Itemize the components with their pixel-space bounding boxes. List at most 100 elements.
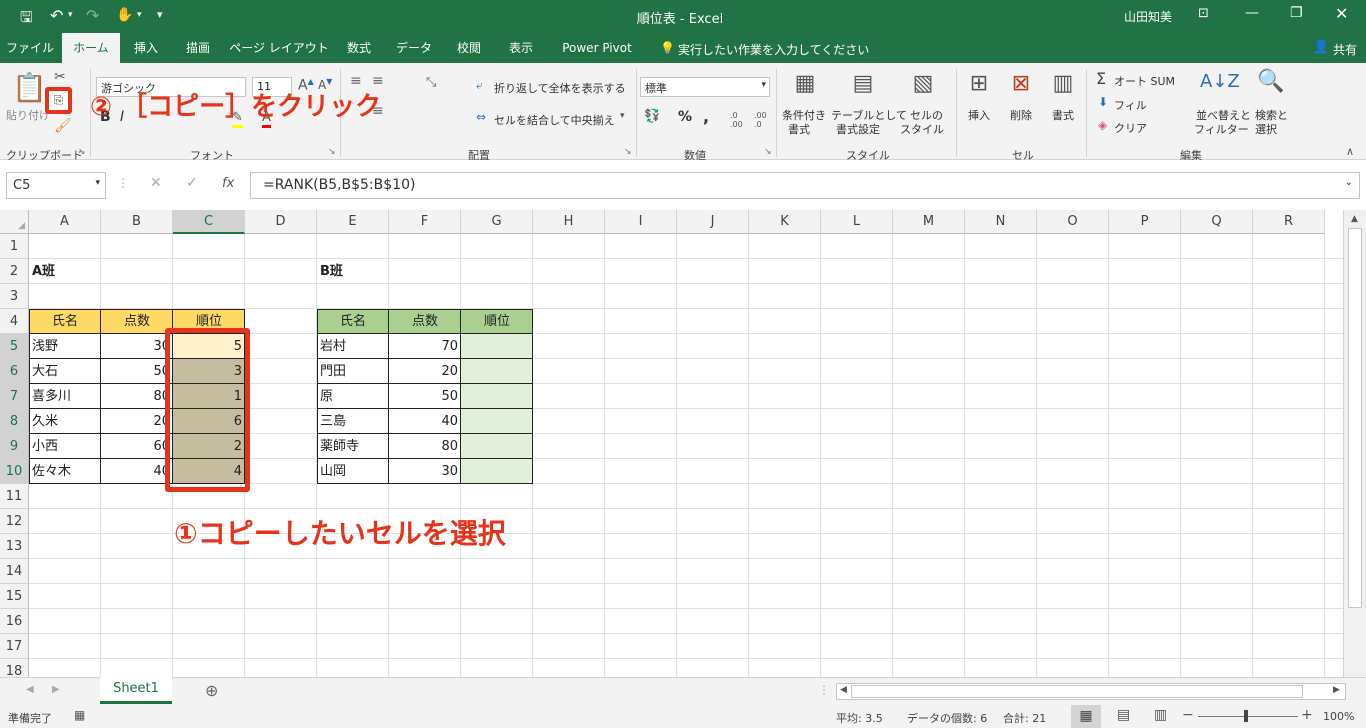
column-header-h[interactable]: H: [533, 210, 605, 234]
touch-mode-icon[interactable]: ✋: [116, 7, 133, 23]
zoom-in-icon[interactable]: +: [1301, 707, 1313, 723]
format-painter-icon[interactable]: 🖌: [54, 118, 72, 134]
vertical-scroll-thumb[interactable]: [1348, 228, 1362, 608]
row-header-5[interactable]: 5: [0, 334, 29, 359]
touch-dropdown-icon[interactable]: ▾: [137, 10, 142, 20]
autosum-button[interactable]: オート SUM: [1114, 73, 1175, 89]
tab-draw[interactable]: 描画: [174, 33, 222, 63]
merge-center-button[interactable]: セルを結合して中央揃え: [494, 112, 615, 128]
fill-icon[interactable]: ⬇: [1098, 95, 1108, 109]
number-dialog-launcher-icon[interactable]: ↘: [764, 147, 772, 157]
clear-button[interactable]: クリア: [1114, 120, 1147, 136]
eraser-icon[interactable]: ◈: [1098, 118, 1107, 132]
add-sheet-icon[interactable]: ⊕: [205, 681, 218, 700]
orientation-icon[interactable]: ⤡: [426, 75, 436, 90]
column-header-a[interactable]: A: [29, 210, 101, 234]
vertical-scrollbar[interactable]: ▲: [1343, 210, 1366, 677]
user-name[interactable]: 山田知美: [1124, 8, 1172, 25]
save-icon[interactable]: 🖫: [20, 7, 33, 32]
cell-styles-icon[interactable]: ▧: [908, 71, 938, 96]
horizontal-scrollbar[interactable]: ◀: [836, 683, 1346, 700]
status-count[interactable]: データの個数: 6: [907, 710, 987, 726]
page-break-view-icon[interactable]: ▥: [1154, 707, 1167, 723]
fill-button[interactable]: フィル: [1114, 97, 1147, 113]
wrap-text-button[interactable]: 折り返して全体を表示する: [494, 80, 626, 96]
sheet-tab-sheet1[interactable]: Sheet1: [100, 677, 172, 704]
row-header-9[interactable]: 9: [0, 434, 29, 459]
delete-cells-button[interactable]: 削除: [1010, 107, 1032, 123]
conditional-format-icon[interactable]: ▦: [790, 71, 820, 96]
paste-button-label[interactable]: 貼り付け: [6, 107, 50, 123]
page-layout-view-icon[interactable]: ▤: [1117, 707, 1130, 723]
scroll-up-icon[interactable]: ▲: [1351, 214, 1358, 224]
scroll-right-icon[interactable]: ▶: [1333, 685, 1340, 695]
tab-insert[interactable]: 挿入: [122, 33, 170, 63]
collapse-ribbon-icon[interactable]: ∧: [1346, 145, 1354, 158]
ribbon-display-icon[interactable]: ⊡: [1198, 6, 1209, 21]
share-button[interactable]: 共有: [1333, 41, 1357, 58]
zoom-level[interactable]: 100%: [1323, 710, 1354, 723]
tab-data[interactable]: データ: [386, 33, 442, 63]
prev-sheet-icon[interactable]: ◀: [26, 684, 34, 695]
row-header-1[interactable]: 1: [0, 234, 29, 259]
enter-entry-icon[interactable]: ✓: [186, 175, 198, 191]
tab-splitter-icon[interactable]: ⋮: [818, 683, 830, 697]
column-header-j[interactable]: J: [677, 210, 749, 234]
insert-cells-button[interactable]: 挿入: [968, 107, 990, 123]
zoom-out-icon[interactable]: −: [1182, 707, 1194, 723]
row-header-13[interactable]: 13: [0, 534, 29, 559]
currency-icon[interactable]: 💱: [644, 109, 660, 124]
row-header-12[interactable]: 12: [0, 509, 29, 534]
format-cells-icon[interactable]: ▥: [1048, 71, 1078, 96]
format-cells-button[interactable]: 書式: [1052, 107, 1074, 123]
delete-cells-icon[interactable]: ⊠: [1006, 71, 1036, 96]
copy-icon[interactable]: ⎘: [49, 91, 68, 109]
alignment-dialog-launcher-icon[interactable]: ↘: [624, 147, 632, 157]
percent-button[interactable]: %: [678, 109, 692, 125]
merge-dropdown-icon[interactable]: ▾: [620, 111, 625, 121]
row-header-17[interactable]: 17: [0, 634, 29, 659]
row-header-11[interactable]: 11: [0, 484, 29, 509]
normal-view-icon[interactable]: ▦: [1071, 705, 1101, 728]
column-header-l[interactable]: L: [821, 210, 893, 234]
tab-page-layout[interactable]: ページ レイアウト: [226, 33, 332, 63]
scroll-left-icon[interactable]: ◀: [840, 685, 847, 695]
number-format-select[interactable]: 標準 ▾: [640, 77, 770, 97]
find-select-icon[interactable]: 🔍: [1256, 69, 1286, 94]
column-header-m[interactable]: M: [893, 210, 965, 234]
column-header-p[interactable]: P: [1109, 210, 1181, 234]
table-a-title[interactable]: A班: [29, 259, 101, 284]
tab-home[interactable]: ホーム: [62, 33, 120, 63]
column-header-i[interactable]: I: [605, 210, 677, 234]
undo-dropdown-icon[interactable]: ▾: [68, 10, 73, 20]
status-average[interactable]: 平均: 3.5: [836, 710, 883, 726]
customize-qat-icon[interactable]: ▾: [157, 8, 163, 21]
column-header-n[interactable]: N: [965, 210, 1037, 234]
next-sheet-icon[interactable]: ▶: [52, 684, 60, 695]
row-header-10[interactable]: 10: [0, 459, 29, 484]
expand-formula-icon[interactable]: ⌄: [1345, 177, 1353, 188]
column-header-r[interactable]: R: [1253, 210, 1325, 234]
column-header-q[interactable]: Q: [1181, 210, 1253, 234]
column-header-o[interactable]: O: [1037, 210, 1109, 234]
name-box[interactable]: C5 ▾: [6, 172, 106, 199]
formula-input[interactable]: =RANK(B5,B$5:B$10) ⌄: [250, 172, 1360, 199]
insert-cells-icon[interactable]: ⊞: [964, 71, 994, 96]
paste-icon[interactable]: 📋: [12, 71, 47, 107]
column-header-g[interactable]: G: [461, 210, 533, 234]
row-header-4[interactable]: 4: [0, 309, 29, 334]
cancel-entry-icon[interactable]: ✕: [150, 175, 162, 191]
column-header-f[interactable]: F: [389, 210, 461, 234]
row-header-2[interactable]: 2: [0, 259, 29, 284]
format-as-table-icon[interactable]: ▤: [848, 71, 878, 96]
zoom-slider-thumb[interactable]: [1244, 710, 1248, 722]
person-icon[interactable]: 👤: [1313, 40, 1329, 55]
dialog-launcher-icon[interactable]: ↘: [78, 147, 86, 157]
minimize-icon[interactable]: —: [1245, 5, 1259, 21]
row-header-8[interactable]: 8: [0, 409, 29, 434]
tab-power-pivot[interactable]: Power Pivot: [552, 33, 642, 63]
horizontal-scroll-thumb[interactable]: [851, 685, 1303, 698]
column-header-d[interactable]: D: [245, 210, 317, 234]
wrap-text-icon[interactable]: ⤶: [476, 78, 483, 93]
restore-icon[interactable]: ❐: [1290, 5, 1303, 21]
